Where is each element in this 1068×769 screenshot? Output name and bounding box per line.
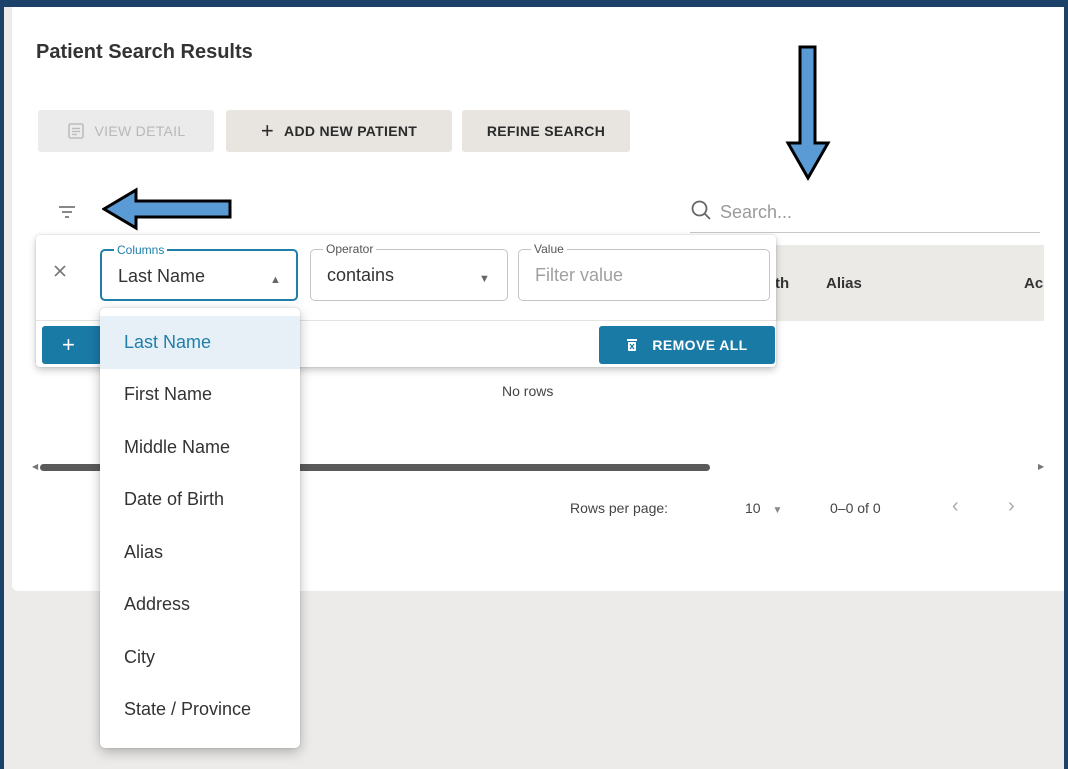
search-input[interactable] (720, 202, 1020, 223)
view-detail-button[interactable]: VIEW DETAIL (38, 110, 214, 152)
close-icon[interactable] (52, 263, 68, 284)
refine-search-label: REFINE SEARCH (486, 123, 606, 139)
add-new-patient-button[interactable]: + ADD NEW PATIENT (226, 110, 452, 152)
empty-message: No rows (502, 383, 554, 399)
down-arrow-annotation-icon (785, 45, 831, 181)
plus-icon: + (260, 118, 275, 143)
previous-page-icon[interactable]: ‹ (952, 495, 959, 518)
rows-per-page-value: 10 (745, 500, 761, 516)
plus-icon: + (62, 332, 75, 357)
scroll-right-icon[interactable]: ▶ (1038, 462, 1044, 471)
rows-per-page-label: Rows per page: (570, 500, 669, 516)
search-box (690, 193, 1040, 233)
next-page-icon[interactable]: › (1008, 495, 1015, 518)
scroll-left-icon[interactable]: ◀ (32, 462, 38, 471)
add-new-patient-label: ADD NEW PATIENT (284, 123, 418, 139)
page-title: Patient Search Results (36, 41, 253, 63)
operator-value: contains (327, 265, 395, 285)
view-detail-label: VIEW DETAIL (94, 123, 186, 139)
column-option-middle-name[interactable]: Middle Name (100, 421, 300, 474)
value-field[interactable]: Value Filter value (518, 242, 770, 301)
columns-select[interactable]: Columns Last Name ▲ (100, 243, 298, 301)
chevron-down-icon: ▼ (772, 505, 783, 516)
operator-label: Operator (323, 242, 377, 256)
column-option-last-name[interactable]: Last Name (100, 316, 300, 369)
add-filter-button[interactable]: + (42, 326, 102, 364)
columns-dropdown-menu: Last Name First Name Middle Name Date of… (100, 308, 300, 748)
trash-icon (626, 338, 638, 352)
pagination-range: 0–0 of 0 (830, 500, 881, 516)
filter-icon[interactable] (58, 205, 76, 224)
app-frame: Patient Search Results VIEW DETAIL + ADD… (4, 7, 1064, 769)
columns-label: Columns (114, 243, 168, 257)
column-option-alias[interactable]: Alias (100, 526, 300, 579)
chevron-up-icon: ▲ (270, 274, 281, 286)
column-option-first-name[interactable]: First Name (100, 369, 300, 422)
column-option-city[interactable]: City (100, 631, 300, 684)
remove-all-button[interactable]: REMOVE ALL (599, 326, 775, 364)
remove-all-label: REMOVE ALL (652, 337, 748, 353)
column-header-date-of-birth[interactable]: th (775, 275, 789, 292)
column-option-state-province[interactable]: State / Province (100, 684, 300, 737)
column-option-date-of-birth[interactable]: Date of Birth (100, 474, 300, 527)
rows-per-page-select[interactable]: 10 ▼ (745, 500, 782, 516)
refine-search-button[interactable]: REFINE SEARCH (462, 110, 630, 152)
column-option-address[interactable]: Address (100, 579, 300, 632)
search-icon (690, 199, 712, 226)
value-label: Value (531, 242, 567, 256)
document-icon (67, 122, 85, 140)
column-header-alias[interactable]: Alias (826, 275, 862, 292)
columns-value: Last Name (118, 266, 206, 286)
chevron-down-icon: ▼ (479, 273, 490, 285)
left-arrow-annotation-icon (102, 187, 232, 231)
value-placeholder: Filter value (535, 265, 624, 285)
column-header-address[interactable]: Ac (1024, 275, 1043, 292)
operator-select[interactable]: Operator contains ▼ (310, 242, 508, 301)
